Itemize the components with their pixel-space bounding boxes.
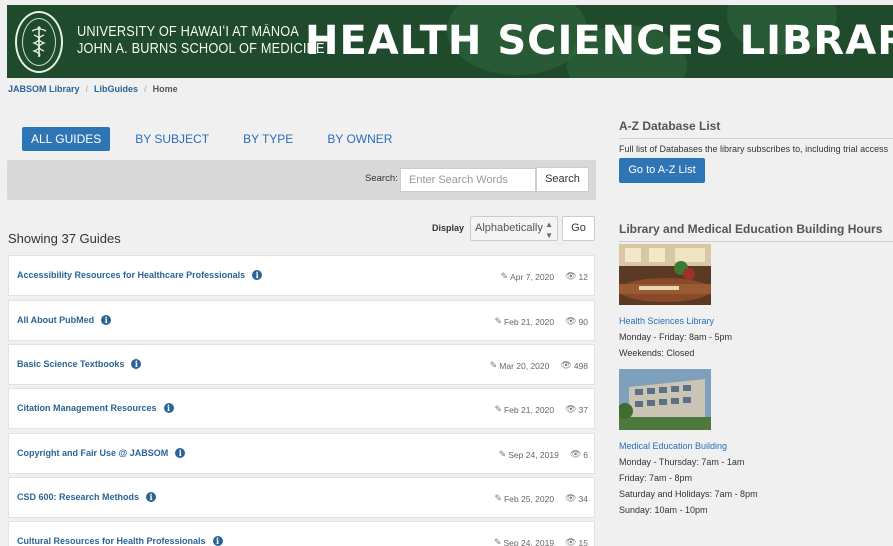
- guide-title-link[interactable]: Basic Science Textbooks: [17, 359, 124, 369]
- az-description: Full list of Databases the library subsc…: [619, 144, 889, 154]
- select-arrows-icon: ▲ ▼: [545, 220, 553, 240]
- hours-heading: Library and Medical Education Building H…: [619, 222, 883, 236]
- guide-row: Basic Science Textbooks i ✎ Mar 20, 2020 👁 4…: [8, 344, 595, 385]
- edit-icon: ✎: [489, 360, 498, 370]
- guide-view-count: 37: [578, 404, 588, 415]
- meb-hours-mon-thu: Monday - Thursday: 7am - 1am: [619, 457, 745, 467]
- guide-count: Showing 37 Guides: [8, 231, 121, 246]
- guide-view-count: 90: [578, 316, 588, 327]
- display-sort-value: Alphabetically: [475, 222, 543, 234]
- edit-icon: ✎: [493, 537, 502, 546]
- breadcrumb-separator: /: [85, 84, 89, 94]
- go-to-az-list-button[interactable]: Go to A-Z List: [619, 158, 705, 183]
- search-input[interactable]: Enter Search Words: [400, 168, 536, 192]
- az-heading-divider: [619, 138, 893, 139]
- university-line2: JOHN A. BURNS SCHOOL OF MEDICINE: [77, 41, 325, 57]
- breadcrumb-separator: /: [144, 84, 147, 94]
- info-icon[interactable]: i: [131, 359, 142, 369]
- breadcrumb-libguides[interactable]: LibGuides: [94, 84, 138, 94]
- info-icon[interactable]: i: [175, 448, 186, 458]
- eye-icon: 👁: [565, 316, 577, 326]
- hsl-hours-weekday: Monday - Friday: 8am - 5pm: [619, 332, 733, 342]
- search-bar: Search: Enter Search Words Search: [7, 160, 596, 200]
- search-button[interactable]: Search: [536, 167, 589, 192]
- guide-title-link[interactable]: Copyright and Fair Use @ JABSOM: [17, 448, 168, 458]
- guide-view-count: 15: [578, 537, 588, 546]
- guide-title-link[interactable]: Accessibility Resources for Healthcare P…: [17, 270, 245, 280]
- guide-row: Copyright and Fair Use @ JABSOM i ✎ Sep 24…: [8, 433, 595, 474]
- meb-hours-sunday: Sunday: 10am - 10pm: [619, 505, 708, 515]
- search-label: Search:: [365, 173, 398, 184]
- edit-icon: ✎: [494, 316, 502, 326]
- info-icon[interactable]: i: [252, 270, 263, 280]
- edit-icon: ✎: [500, 271, 509, 281]
- edit-icon: ✎: [498, 449, 507, 459]
- guide-title-link[interactable]: Citation Management Resources: [17, 403, 157, 413]
- library-title[interactable]: HEALTH SCIENCES LIBRARY: [305, 18, 893, 64]
- guide-row: All About PubMed i ✎ Feb 21, 2020 👁 90: [8, 300, 595, 341]
- guide-title-link[interactable]: CSD 600: Research Methods: [17, 492, 139, 502]
- guide-row: Accessibility Resources for Healthcare P…: [8, 255, 595, 296]
- health-sciences-library-link[interactable]: Health Sciences Library: [619, 316, 714, 326]
- breadcrumb-jabsom-library[interactable]: JABSOM Library: [8, 84, 80, 94]
- eye-icon: 👁: [560, 360, 572, 370]
- guide-updated-date: Sep 24, 2019: [503, 537, 555, 546]
- guide-updated-date: Apr 7, 2020: [510, 271, 555, 282]
- guide-view-count: 498: [573, 360, 588, 371]
- guide-updated-date: Mar 20, 2020: [499, 360, 550, 371]
- edit-icon: ✎: [494, 493, 502, 503]
- university-line1: UNIVERSITY OF HAWAIʻI AT MĀNOA: [77, 24, 300, 40]
- seal-inner-ring: [22, 18, 56, 66]
- guide-updated-date: Feb 21, 2020: [503, 316, 555, 327]
- guide-view-count: 12: [578, 271, 588, 282]
- az-database-heading: A-Z Database List: [619, 119, 721, 133]
- building-exterior-image: [619, 369, 711, 430]
- health-sciences-library-photo: [619, 244, 711, 305]
- eye-icon: 👁: [565, 493, 577, 503]
- info-icon[interactable]: i: [146, 492, 157, 502]
- guide-row: CSD 600: Research Methods i ✎ Feb 25, 2020…: [8, 477, 595, 518]
- tab-by-type[interactable]: BY TYPE: [226, 127, 310, 151]
- university-name[interactable]: UNIVERSITY OF HAWAIʻI AT MĀNOA JOHN A. B…: [77, 24, 325, 58]
- hsl-hours-weekend: Weekends: Closed: [619, 348, 695, 358]
- medical-education-building-photo: [619, 369, 711, 430]
- eye-icon: 👁: [565, 537, 577, 546]
- tab-by-subject[interactable]: BY SUBJECT: [118, 127, 226, 151]
- display-label: Display: [432, 223, 465, 233]
- caduceus-icon: [31, 26, 47, 57]
- guide-title-link[interactable]: All About PubMed: [17, 315, 94, 325]
- header-banner: UNIVERSITY OF HAWAIʻI AT MĀNOA JOHN A. B…: [7, 5, 893, 78]
- eye-icon: 👁: [569, 449, 582, 459]
- go-button[interactable]: Go: [562, 216, 595, 241]
- caduceus-seal-icon[interactable]: [15, 11, 63, 73]
- breadcrumb: JABSOM Library / LibGuides / Home: [8, 84, 178, 94]
- guide-row: Citation Management Resources i ✎ Feb 21, …: [8, 388, 595, 429]
- info-icon[interactable]: i: [212, 536, 223, 546]
- tab-by-owner[interactable]: BY OWNER: [310, 127, 409, 151]
- info-icon[interactable]: i: [101, 315, 112, 325]
- guide-updated-date: Sep 24, 2019: [508, 449, 559, 460]
- guide-view-count: 6: [583, 449, 588, 460]
- guide-updated-date: Feb 25, 2020: [503, 493, 555, 504]
- guide-row: Cultural Resources for Health Profession…: [8, 521, 595, 546]
- display-sort-select[interactable]: Alphabetically ▲ ▼: [470, 216, 558, 241]
- guide-view-count: 34: [578, 493, 588, 504]
- eye-icon: 👁: [565, 271, 577, 281]
- edit-icon: ✎: [494, 404, 502, 414]
- guide-title-link[interactable]: Cultural Resources for Health Profession…: [17, 536, 206, 546]
- breadcrumb-home: Home: [152, 84, 178, 94]
- meb-hours-saturday: Saturday and Holidays: 7am - 8pm: [619, 489, 758, 499]
- tab-all-guides[interactable]: ALL GUIDES: [22, 127, 111, 151]
- info-icon[interactable]: i: [163, 403, 174, 413]
- medical-education-building-link[interactable]: Medical Education Building: [619, 441, 727, 451]
- eye-icon: 👁: [565, 404, 577, 414]
- hours-heading-divider: [619, 241, 893, 242]
- meb-hours-friday: Friday: 7am - 8pm: [619, 473, 693, 483]
- library-interior-image: [619, 244, 711, 305]
- guide-tabs: ALL GUIDES BY SUBJECT BY TYPE BY OWNER: [22, 127, 409, 151]
- guide-updated-date: Feb 21, 2020: [503, 404, 555, 415]
